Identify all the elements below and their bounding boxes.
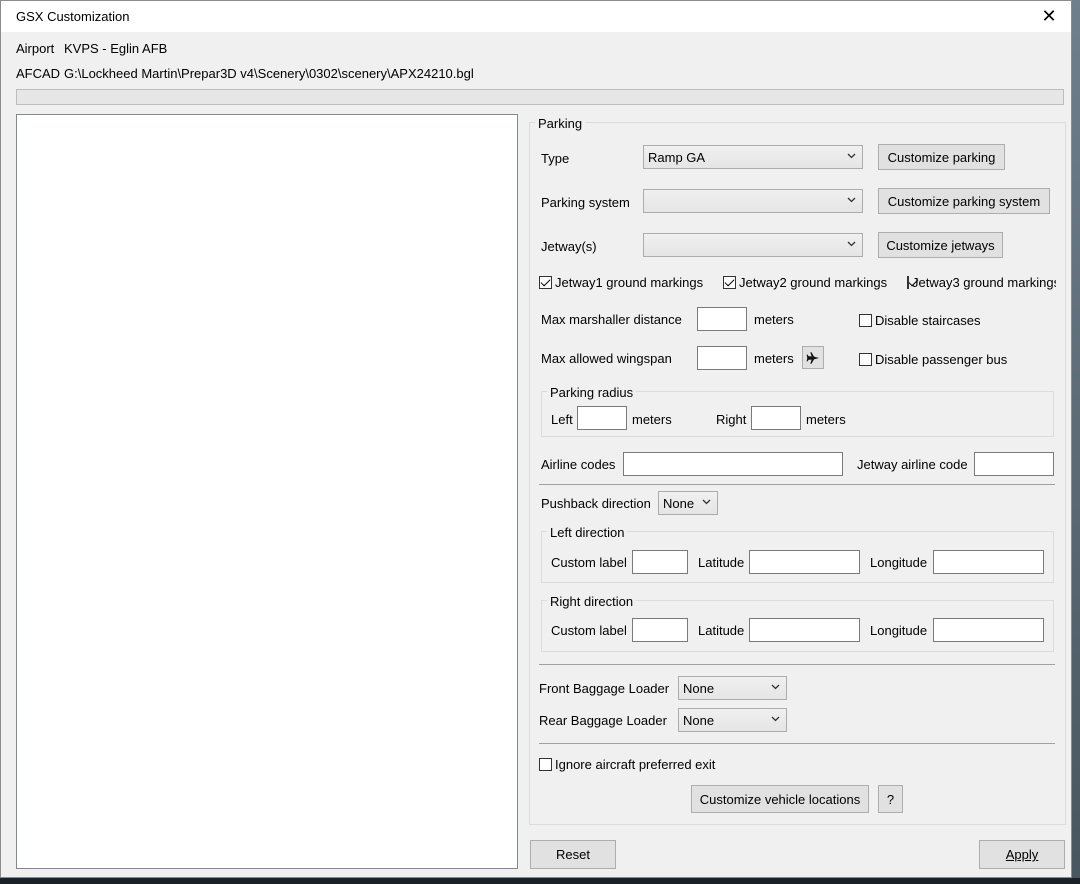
customize-parking-system-button[interactable]: Customize parking system: [878, 188, 1050, 214]
background-desktop: [1072, 0, 1080, 884]
aircraft-wingspan-button[interactable]: [802, 346, 824, 369]
radius-right-label: Right: [716, 412, 747, 427]
jetways-label: Jetway(s): [541, 239, 597, 254]
checkbox-checked-icon: [723, 276, 736, 289]
title-bar: GSX Customization ✕: [1, 1, 1071, 32]
front-baggage-loader-value: None: [683, 681, 715, 696]
type-select-value: Ramp GA: [648, 150, 706, 165]
rear-baggage-loader-value: None: [683, 713, 715, 728]
chevron-down-icon: [847, 241, 856, 247]
jetway2-markings-checkbox[interactable]: Jetway2 ground markings: [723, 275, 887, 290]
close-icon: ✕: [1041, 6, 1057, 26]
customize-jetways-button[interactable]: Customize jetways: [878, 232, 1003, 258]
checkbox-checked-icon: [907, 276, 909, 289]
radius-left-meters: meters: [632, 412, 672, 427]
radius-left-input[interactable]: [577, 406, 627, 430]
jetway1-markings-label: Jetway1 ground markings: [555, 275, 704, 290]
disable-staircases-checkbox[interactable]: Disable staircases: [859, 313, 981, 328]
disable-staircases-label: Disable staircases: [875, 313, 981, 328]
max-wingspan-input[interactable]: [697, 346, 747, 370]
max-wingspan-label: Max allowed wingspan: [541, 351, 672, 366]
customize-vehicle-locations-button[interactable]: Customize vehicle locations: [691, 785, 869, 813]
pushback-direction-value: None: [663, 496, 695, 511]
airplane-icon: [806, 351, 819, 364]
jetway1-markings-checkbox[interactable]: Jetway1 ground markings: [539, 275, 703, 290]
separator: [539, 743, 1055, 744]
pushback-direction-label: Pushback direction: [541, 496, 651, 511]
front-baggage-loader-select[interactable]: None: [678, 676, 787, 700]
gsx-customization-window: GSX Customization ✕ Airport KVPS - Eglin…: [0, 0, 1072, 878]
airline-codes-label: Airline codes: [541, 457, 616, 472]
window-title: GSX Customization: [16, 9, 130, 24]
reset-button[interactable]: Reset: [530, 840, 616, 869]
jetway3-markings-checkbox[interactable]: Jetway3 ground markings: [907, 275, 1056, 290]
checkbox-checked-icon: [539, 276, 552, 289]
right-custom-label-input[interactable]: [632, 618, 688, 642]
parking-group-label: Parking: [535, 116, 586, 131]
apply-button[interactable]: Apply: [979, 840, 1065, 869]
parking-radius-label: Parking radius: [547, 385, 637, 400]
max-marshaller-input[interactable]: [697, 307, 747, 331]
right-direction-label: Right direction: [547, 594, 637, 609]
jetways-select[interactable]: [643, 233, 863, 257]
right-latitude-label: Latitude: [698, 623, 745, 638]
help-button[interactable]: ?: [878, 785, 903, 813]
ignore-preferred-exit-checkbox[interactable]: Ignore aircraft preferred exit: [539, 757, 715, 772]
wingspan-meters-label: meters: [754, 351, 794, 366]
parking-preview-panel[interactable]: [16, 114, 518, 869]
chevron-down-icon: [771, 716, 780, 722]
left-longitude-input[interactable]: [933, 550, 1044, 574]
front-baggage-loader-label: Front Baggage Loader: [539, 681, 670, 696]
parking-system-select[interactable]: [643, 189, 863, 213]
airline-codes-input[interactable]: [623, 452, 843, 476]
background-taskbar: [0, 878, 1080, 884]
chevron-down-icon: [847, 197, 856, 203]
customize-parking-button[interactable]: Customize parking: [878, 144, 1005, 170]
radius-right-input[interactable]: [751, 406, 801, 430]
left-latitude-input[interactable]: [749, 550, 860, 574]
right-longitude-label: Longitude: [870, 623, 928, 638]
rear-baggage-loader-select[interactable]: None: [678, 708, 787, 732]
jetway-airline-code-input[interactable]: [974, 452, 1054, 476]
jetway-airline-code-label: Jetway airline code: [857, 457, 968, 472]
afcad-path: G:\Lockheed Martin\Prepar3D v4\Scenery\0…: [64, 66, 474, 81]
chevron-down-icon: [847, 153, 856, 159]
jetway3-markings-label: Jetway3 ground markings: [912, 275, 1056, 290]
left-latitude-label: Latitude: [698, 555, 745, 570]
parking-system-label: Parking system: [541, 195, 630, 210]
chevron-down-icon: [771, 684, 780, 690]
radius-right-meters: meters: [806, 412, 846, 427]
max-marshaller-label: Max marshaller distance: [541, 312, 682, 327]
pushback-direction-select[interactable]: None: [658, 491, 718, 515]
left-custom-label-label: Custom label: [551, 555, 627, 570]
type-label: Type: [541, 151, 570, 166]
separator: [539, 484, 1055, 485]
marshaller-meters-label: meters: [754, 312, 794, 327]
chevron-down-icon: [702, 499, 711, 505]
disable-passenger-bus-checkbox[interactable]: Disable passenger bus: [859, 352, 1007, 367]
rear-baggage-loader-label: Rear Baggage Loader: [539, 713, 667, 728]
ignore-preferred-exit-label: Ignore aircraft preferred exit: [555, 757, 716, 772]
progress-bar: [16, 89, 1064, 105]
separator: [539, 664, 1055, 665]
left-direction-label: Left direction: [547, 525, 628, 540]
type-select[interactable]: Ramp GA: [643, 145, 863, 169]
checkbox-unchecked-icon: [859, 353, 872, 366]
airport-label: Airport: [16, 41, 55, 56]
checkbox-unchecked-icon: [859, 314, 872, 327]
jetway2-markings-label: Jetway2 ground markings: [739, 275, 888, 290]
right-longitude-input[interactable]: [933, 618, 1044, 642]
checkbox-unchecked-icon: [539, 758, 552, 771]
afcad-label: AFCAD: [16, 66, 61, 81]
left-custom-label-input[interactable]: [632, 550, 688, 574]
disable-passenger-bus-label: Disable passenger bus: [875, 352, 1008, 367]
radius-left-label: Left: [551, 412, 573, 427]
airport-value: KVPS - Eglin AFB: [64, 41, 168, 56]
right-custom-label-label: Custom label: [551, 623, 627, 638]
right-latitude-input[interactable]: [749, 618, 860, 642]
left-longitude-label: Longitude: [870, 555, 928, 570]
close-button[interactable]: ✕: [1027, 1, 1071, 32]
